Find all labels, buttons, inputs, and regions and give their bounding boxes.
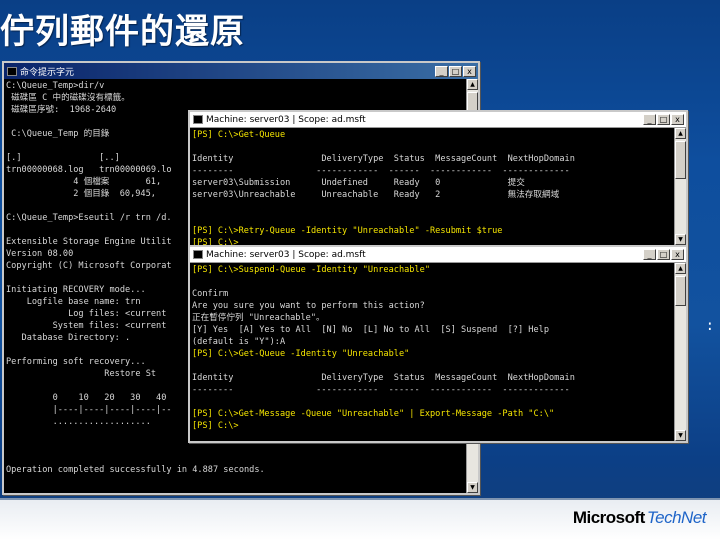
minimize-button[interactable]: _	[643, 114, 656, 125]
brand-logo: Microsoft TechNet	[572, 508, 707, 528]
console-line: -------- ------------ ------ -----------…	[192, 166, 570, 176]
scroll-down-icon[interactable]: ▼	[675, 430, 686, 441]
scroll-up-icon[interactable]: ▲	[675, 128, 686, 139]
console-line: (default is "Y"):A	[192, 337, 286, 347]
minimize-button[interactable]: _	[435, 65, 448, 77]
scroll-down-icon[interactable]: ▼	[675, 234, 686, 245]
minimize-button[interactable]: _	[643, 249, 656, 260]
powershell-icon	[193, 115, 203, 124]
close-button[interactable]: x	[671, 249, 684, 260]
console-line: [PS] C:\>Get-Message -Queue "Unreachable…	[192, 409, 555, 419]
maximize-button[interactable]: □	[449, 65, 462, 77]
console-line: [Y] Yes [A] Yes to All [N] No [L] No to …	[192, 325, 549, 335]
ps-titlebar[interactable]: Machine: server03 | Scope: ad.msft _ □ x	[190, 247, 686, 263]
console-line: [PS] C:\>	[192, 421, 239, 431]
console-line: server03\Submission Undefined Ready 0 提交	[192, 178, 525, 188]
console-line: Operation completed successfully in 4.88…	[6, 465, 265, 475]
maximize-button[interactable]: □	[657, 249, 670, 260]
console-line: Identity DeliveryType Status MessageCoun…	[192, 373, 575, 383]
scroll-thumb[interactable]	[675, 141, 686, 179]
close-button[interactable]: x	[463, 65, 476, 77]
brand-microsoft: Microsoft	[572, 508, 646, 527]
edge-mark: :	[705, 318, 714, 334]
console-line: server03\Unreachable Unreachable Ready 2…	[192, 190, 560, 200]
scroll-thumb[interactable]	[675, 276, 686, 306]
console-line: 磁碟區 C 中的磁碟沒有標籤。	[6, 93, 130, 103]
console-line: [PS] C:\>	[192, 238, 239, 245]
slide-title: 佇列郵件的還原	[0, 12, 245, 52]
brand-technet: TechNet	[646, 508, 707, 527]
scroll-up-icon[interactable]: ▲	[467, 79, 478, 90]
ps-title: Machine: server03 | Scope: ad.msft	[206, 249, 366, 260]
console-line: [PS] C:\>Suspend-Queue -Identity "Unreac…	[192, 265, 430, 275]
console-line: [PS] C:\>Get-Queue	[192, 130, 286, 140]
console-line: -------- ------------ ------ -----------…	[192, 385, 570, 395]
scroll-up-icon[interactable]: ▲	[675, 263, 686, 274]
console-line: [PS] C:\>Retry-Queue -Identity "Unreacha…	[192, 226, 503, 236]
console-line: [PS] C:\>Get-Queue -Identity "Unreachabl…	[192, 349, 410, 359]
ps-titlebar[interactable]: Machine: server03 | Scope: ad.msft _ □ x	[190, 112, 686, 128]
maximize-button[interactable]: □	[657, 114, 670, 125]
cmd-titlebar[interactable]: 命令提示字元 _ □ x	[4, 63, 478, 79]
cmd-title: 命令提示字元	[20, 67, 75, 78]
console-line: Are you sure you want to perform this ac…	[192, 301, 425, 311]
cmd-icon	[7, 66, 17, 76]
ps-output[interactable]: [PS] C:\>Suspend-Queue -Identity "Unreac…	[190, 263, 674, 441]
powershell-icon	[193, 250, 203, 259]
ps-title: Machine: server03 | Scope: ad.msft	[206, 114, 366, 125]
close-button[interactable]: x	[671, 114, 684, 125]
console-line: 正在暫停佇列 "Unreachable"。	[192, 313, 325, 323]
scroll-down-icon[interactable]: ▼	[467, 482, 478, 493]
console-line: Confirm	[192, 289, 229, 299]
ps-scrollbar[interactable]: ▲ ▼	[674, 128, 686, 245]
console-line: Identity DeliveryType Status MessageCoun…	[192, 154, 575, 164]
console-line: C:\Queue_Temp>dir/v	[6, 81, 105, 91]
ps-window-queue[interactable]: Machine: server03 | Scope: ad.msft _ □ x…	[188, 110, 688, 247]
ps-scrollbar[interactable]: ▲ ▼	[674, 263, 686, 441]
ps-output[interactable]: [PS] C:\>Get-Queue Identity DeliveryType…	[190, 128, 674, 245]
ps-window-suspend[interactable]: Machine: server03 | Scope: ad.msft _ □ x…	[188, 245, 688, 443]
